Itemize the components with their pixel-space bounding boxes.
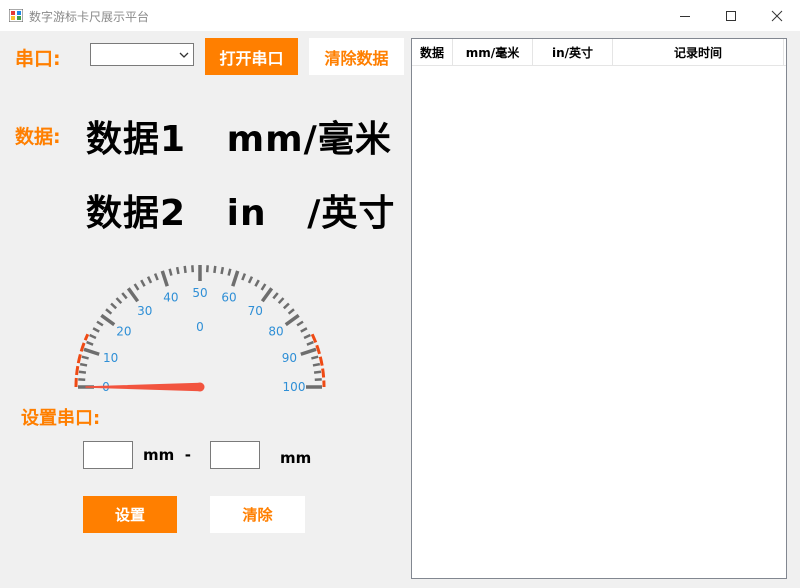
gauge-minor-tick — [296, 320, 304, 327]
column-header-mm[interactable]: mm/毫米 — [453, 39, 533, 65]
gauge-minor-tick — [287, 308, 295, 315]
gauge-minor-tick — [183, 265, 187, 274]
settings-label: 设置串口: — [21, 408, 101, 429]
gauge-minor-tick — [227, 268, 232, 276]
minimize-icon — [680, 15, 690, 17]
gauge-minor-tick — [168, 268, 173, 276]
window-title: 数字游标卡尺展示平台 — [29, 10, 150, 24]
title-bar: 数字游标卡尺展示平台 — [0, 0, 800, 31]
gauge-minor-tick — [175, 266, 180, 275]
gauge-tick-label: 100 — [283, 380, 306, 394]
data-mm-readout: 数据1 mm/毫米 — [86, 119, 392, 160]
minimize-button[interactable] — [662, 0, 708, 31]
gauge-major-tick — [260, 287, 274, 303]
min-mm-input[interactable] — [83, 441, 133, 469]
gauge-minor-tick — [81, 355, 89, 360]
gauge-minor-tick — [303, 333, 311, 340]
gauge-minor-tick — [86, 340, 94, 346]
gauge-major-tick — [83, 347, 100, 356]
gauge-minor-tick — [306, 340, 314, 346]
unit-mm-label-2: mm — [280, 449, 312, 467]
gauge-minor-tick — [272, 292, 279, 300]
gauge-major-tick — [300, 347, 317, 356]
column-header-in[interactable]: in/英寸 — [533, 39, 613, 65]
gauge-minor-tick — [241, 273, 247, 281]
gauge-minor-tick — [105, 308, 113, 315]
gauge-minor-tick — [282, 302, 290, 310]
column-header-data[interactable]: 数据 — [412, 39, 453, 65]
close-button[interactable] — [754, 0, 800, 31]
gauge-minor-tick — [311, 355, 319, 360]
gauge-minor-tick — [79, 362, 88, 367]
gauge-tick-label: 10 — [103, 351, 118, 365]
gauge-minor-tick — [96, 320, 104, 327]
column-header-time[interactable]: 记录时间 — [613, 39, 784, 65]
gauge-minor-tick — [300, 327, 308, 333]
gauge-tick-label: 20 — [116, 325, 131, 339]
gauge-major-tick — [284, 313, 300, 327]
gauge-major-tick — [126, 287, 140, 303]
gauge-tick-label: 30 — [137, 304, 152, 318]
gauge-minor-tick — [277, 297, 285, 305]
clear-data-button[interactable]: 清除数据 — [309, 38, 404, 75]
gauge-tick-label: 90 — [282, 351, 297, 365]
caliper-gauge: 01020304050607080901000 — [74, 265, 326, 394]
gauge-tick-label: 60 — [221, 291, 236, 305]
data-inch-readout: 数据2 in /英寸 — [86, 193, 396, 234]
data-table[interactable]: 数据 mm/毫米 in/英寸 记录时间 — [411, 38, 787, 579]
gauge-minor-tick — [313, 370, 322, 374]
unit-mm-label: mm - — [143, 446, 191, 464]
gauge-tick-label: 80 — [268, 325, 283, 339]
app-icon — [9, 9, 23, 22]
gauge-value-text: 0 — [196, 320, 204, 334]
gauge-minor-tick — [110, 302, 118, 310]
table-header: 数据 mm/毫米 in/英寸 记录时间 — [412, 39, 786, 66]
serial-port-select[interactable] — [90, 43, 194, 66]
gauge-minor-tick — [220, 266, 225, 275]
gauge-minor-tick — [92, 327, 100, 333]
gauge-minor-tick — [146, 276, 153, 284]
gauge-minor-tick — [78, 370, 87, 374]
gauge-minor-tick — [140, 279, 146, 287]
data-label: 数据: — [15, 126, 61, 148]
open-serial-button[interactable]: 打开串口 — [205, 38, 298, 75]
maximize-icon — [726, 10, 736, 21]
gauge-tick-label: 40 — [163, 291, 178, 305]
clear-settings-button[interactable]: 清除 — [210, 496, 305, 533]
gauge-major-tick — [231, 270, 240, 287]
gauge-minor-tick — [89, 333, 97, 340]
gauge-needle-hub — [195, 382, 205, 392]
gauge-minor-tick — [312, 362, 321, 367]
gauge-tick-label: 70 — [248, 304, 263, 318]
gauge-major-tick — [100, 313, 116, 327]
maximize-button[interactable] — [708, 0, 754, 31]
gauge-major-tick — [160, 270, 169, 287]
gauge-minor-tick — [254, 279, 260, 287]
gauge-minor-tick — [247, 276, 254, 284]
gauge-minor-tick — [115, 297, 123, 305]
serial-label: 串口: — [15, 48, 61, 70]
gauge-minor-tick — [121, 292, 128, 300]
gauge-minor-tick — [213, 265, 217, 274]
gauge-tick-label: 50 — [192, 286, 207, 300]
close-icon — [771, 10, 783, 21]
max-mm-input[interactable] — [210, 441, 260, 469]
gauge-minor-tick — [153, 273, 159, 281]
gauge-minor-tick — [133, 283, 140, 291]
set-button[interactable]: 设置 — [83, 496, 177, 533]
chevron-down-icon — [179, 52, 189, 58]
gauge-minor-tick — [260, 283, 267, 291]
